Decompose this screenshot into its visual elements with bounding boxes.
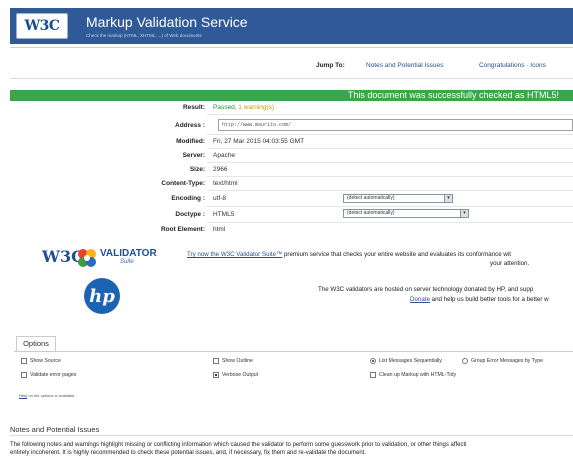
w3c-logo-text: W3C xyxy=(24,18,60,34)
row-divider xyxy=(207,176,573,177)
row-divider xyxy=(207,206,573,207)
root-element-value: html xyxy=(213,226,226,233)
row-divider xyxy=(207,134,573,135)
try-validator-suite-text: premium service that checks your entire … xyxy=(282,251,511,258)
header-divider xyxy=(10,47,573,48)
encoding-label: Encoding : xyxy=(171,195,205,202)
validator-suite-badge-icon xyxy=(78,249,96,267)
result-passed: Passed, xyxy=(213,104,239,111)
jump-divider xyxy=(10,78,573,79)
page-subtitle: Check the markup (HTML, XHTML, ...) of W… xyxy=(86,33,202,38)
page-title: Markup Validation Service xyxy=(86,14,248,30)
option-validate-error-pages[interactable]: Validate error pages xyxy=(21,372,76,378)
notes-line-1: The following notes and warnings highlig… xyxy=(10,442,467,448)
row-divider xyxy=(207,190,573,191)
chevron-down-icon: ▾ xyxy=(460,210,468,217)
option-label: Show Source xyxy=(30,358,61,364)
root-element-label: Root Element: xyxy=(160,226,205,233)
option-label: Verbose Output xyxy=(222,372,259,378)
option-label: Clean up Markup with HTML-Tidy xyxy=(379,372,457,378)
hosting-note: The W3C validators are hosted on server … xyxy=(318,286,534,293)
donate-note: Donate and help us build better tools fo… xyxy=(410,296,549,303)
option-label: List Messages Sequentially xyxy=(379,358,442,364)
list-sequentially-radio[interactable] xyxy=(370,358,376,364)
server-value: Apache xyxy=(213,152,236,159)
options-help-link[interactable]: Help xyxy=(19,393,27,398)
doctype-select[interactable]: (detect automatically) ▾ xyxy=(343,209,469,218)
result-label: Result: xyxy=(182,104,205,111)
doctype-select-value: (detect automatically) xyxy=(347,210,395,216)
promo-attention-text: your attention. xyxy=(490,260,530,267)
show-source-checkbox[interactable] xyxy=(21,358,27,364)
server-label: Server: xyxy=(182,152,205,159)
app-header: W3C Markup Validation Service Check the … xyxy=(10,8,573,44)
donate-text: and help us build better tools for a bet… xyxy=(429,296,549,303)
w3c-logo[interactable]: W3C xyxy=(16,13,68,39)
options-help-note: Help on the options is available. xyxy=(19,393,76,398)
encoding-value: utf-8 xyxy=(213,195,227,202)
warnings-link[interactable]: 1 warning(s) xyxy=(238,104,274,111)
row-divider xyxy=(207,222,573,223)
encoding-select-value: (detect automatically) xyxy=(347,195,395,201)
notes-line-2: entirely incoherent. It is highly recomm… xyxy=(10,450,367,456)
jump-link-congratulations[interactable]: Congratulations · Icons xyxy=(479,62,546,69)
group-by-type-radio[interactable] xyxy=(462,358,468,364)
option-label: Validate error pages xyxy=(30,372,77,378)
option-verbose-output[interactable]: Verbose Output xyxy=(213,372,258,378)
doctype-value: HTML5 xyxy=(213,211,235,218)
donate-link[interactable]: Donate xyxy=(410,296,430,303)
success-banner: This document was successfully checked a… xyxy=(10,90,573,101)
hp-logo[interactable]: hp xyxy=(84,278,120,314)
validator-suite-promo: Try now the W3C Validator Suite™ premium… xyxy=(187,251,511,258)
validator-suite-word: VALIDATOR xyxy=(100,248,157,259)
address-input[interactable]: http://www.maurito.com/ xyxy=(218,119,573,131)
notes-text: The following notes and warnings highlig… xyxy=(10,441,573,457)
success-message: This document was successfully checked a… xyxy=(347,90,559,100)
content-type-value: text/html xyxy=(213,180,238,187)
jump-link-notes[interactable]: Notes and Potential Issues xyxy=(366,62,443,69)
notes-divider xyxy=(10,435,573,436)
row-divider xyxy=(207,162,573,163)
validate-error-pages-checkbox[interactable] xyxy=(21,372,27,378)
size-label: Size: xyxy=(189,166,205,173)
content-type-label: Content-Type: xyxy=(161,180,205,187)
address-label: Address : xyxy=(175,122,205,129)
chevron-down-icon: ▾ xyxy=(444,195,452,202)
notes-heading: Notes and Potential Issues xyxy=(10,425,100,434)
jump-to-label: Jump To: xyxy=(316,62,345,69)
result-value: Passed, 1 warning(s) xyxy=(213,104,274,111)
row-divider xyxy=(207,148,573,149)
row-divider xyxy=(207,114,573,115)
modified-value: Fri, 27 Mar 2015 04:03:55 GMT xyxy=(213,138,305,145)
option-group-by-type[interactable]: Group Error Messages by Type xyxy=(462,358,543,364)
option-show-source[interactable]: Show Source xyxy=(21,358,61,364)
verbose-output-checkbox[interactable] xyxy=(213,372,219,378)
modified-label: Modified: xyxy=(176,138,205,145)
option-list-sequentially[interactable]: List Messages Sequentially xyxy=(370,358,442,364)
validator-suite-suite: Suite xyxy=(120,259,134,265)
option-label: Show Outline xyxy=(222,358,253,364)
option-label: Group Error Messages by Type xyxy=(471,358,543,364)
encoding-select[interactable]: (detect automatically) ▾ xyxy=(343,194,453,203)
option-html-tidy[interactable]: Clean up Markup with HTML-Tidy xyxy=(370,372,456,378)
options-help-text: on the options is available. xyxy=(27,393,76,398)
hp-logo-text: hp xyxy=(89,285,115,307)
try-validator-suite-link[interactable]: Try now the W3C Validator Suite™ xyxy=(187,251,282,258)
size-value: 2966 xyxy=(213,166,228,173)
option-show-outline[interactable]: Show Outline xyxy=(213,358,253,364)
html-tidy-checkbox[interactable] xyxy=(370,372,376,378)
show-outline-checkbox[interactable] xyxy=(213,358,219,364)
options-tab[interactable]: Options xyxy=(16,336,56,351)
doctype-label: Doctype : xyxy=(175,211,205,218)
